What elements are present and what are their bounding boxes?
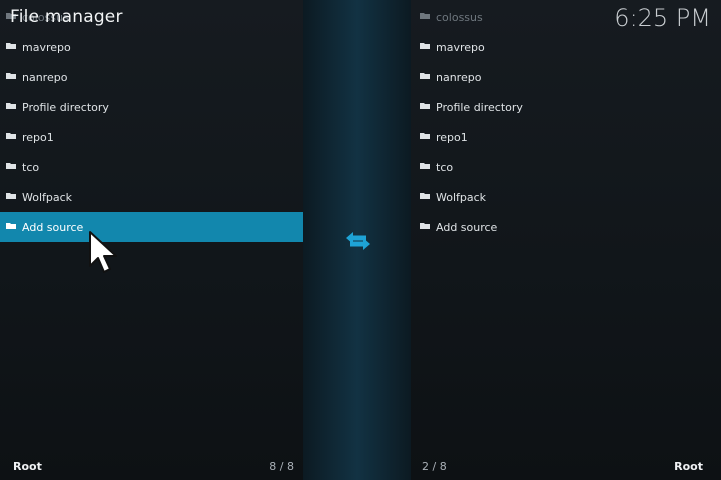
list-item-label: tco: [436, 161, 454, 174]
left-file-pane[interactable]: colossus mavrepo nanrepo Profile directo…: [0, 0, 303, 480]
list-item-tco[interactable]: tco: [0, 152, 303, 182]
folder-icon: [420, 103, 430, 109]
list-item-label: mavrepo: [436, 41, 485, 54]
list-item-label: tco: [22, 161, 40, 174]
clock: 6:25 PM: [614, 4, 711, 32]
list-item-label: Wolfpack: [22, 191, 73, 204]
folder-icon: [420, 193, 430, 199]
list-item-label: repo1: [22, 131, 54, 144]
folder-icon: [420, 13, 430, 19]
right-root-label: Root: [674, 460, 703, 473]
folder-icon: [420, 73, 430, 79]
list-item-label: mavrepo: [22, 41, 71, 54]
list-item-mavrepo[interactable]: mavrepo: [0, 32, 303, 62]
list-item-label: repo1: [436, 131, 468, 144]
left-pane-footer: Root 8 / 8: [0, 452, 303, 480]
list-item-wolfpack[interactable]: Wolfpack: [0, 182, 303, 212]
right-file-pane[interactable]: colossus mavrepo nanrepo Profile directo…: [411, 0, 721, 480]
list-item-label: nanrepo: [436, 71, 482, 84]
folder-icon: [6, 193, 16, 199]
list-item-label: nanrepo: [22, 71, 68, 84]
right-pane-footer: 2 / 8 Root: [411, 452, 721, 480]
list-item-add-source[interactable]: Add source: [0, 212, 303, 242]
mouse-pointer-icon: [89, 231, 117, 273]
list-item-add-source[interactable]: Add source: [411, 212, 721, 242]
page-title: File manager: [10, 7, 123, 27]
list-item-label: Profile directory: [22, 101, 109, 114]
list-item-tco[interactable]: tco: [411, 152, 721, 182]
list-item-wolfpack[interactable]: Wolfpack: [411, 182, 721, 212]
folder-icon: [420, 133, 430, 139]
list-item-repo1[interactable]: repo1: [0, 122, 303, 152]
left-item-count: 8 / 8: [269, 460, 294, 473]
swap-arrows-icon[interactable]: [344, 230, 372, 252]
file-manager-window: colossus mavrepo nanrepo Profile directo…: [0, 0, 721, 480]
folder-icon: [6, 103, 16, 109]
list-item-nanrepo[interactable]: nanrepo: [411, 62, 721, 92]
folder-icon: [420, 43, 430, 49]
list-item-repo1[interactable]: repo1: [411, 122, 721, 152]
folder-icon: [6, 43, 16, 49]
list-item-label: Add source: [22, 221, 84, 234]
list-item-label: Wolfpack: [436, 191, 487, 204]
list-item-profile-directory[interactable]: Profile directory: [0, 92, 303, 122]
folder-icon: [6, 163, 16, 169]
left-root-label: Root: [13, 460, 42, 473]
right-file-list: colossus mavrepo nanrepo Profile directo…: [411, 2, 721, 242]
list-item-nanrepo[interactable]: nanrepo: [0, 62, 303, 92]
left-file-list: colossus mavrepo nanrepo Profile directo…: [0, 2, 303, 242]
list-item-label: colossus: [436, 11, 483, 24]
folder-icon: [420, 163, 430, 169]
folder-icon: [6, 223, 16, 229]
folder-icon: [6, 133, 16, 139]
folder-icon: [420, 223, 430, 229]
list-item-label: Add source: [436, 221, 498, 234]
folder-icon: [6, 73, 16, 79]
list-item-mavrepo[interactable]: mavrepo: [411, 32, 721, 62]
list-item-label: Profile directory: [436, 101, 523, 114]
right-item-count: 2 / 8: [422, 460, 447, 473]
list-item-profile-directory[interactable]: Profile directory: [411, 92, 721, 122]
